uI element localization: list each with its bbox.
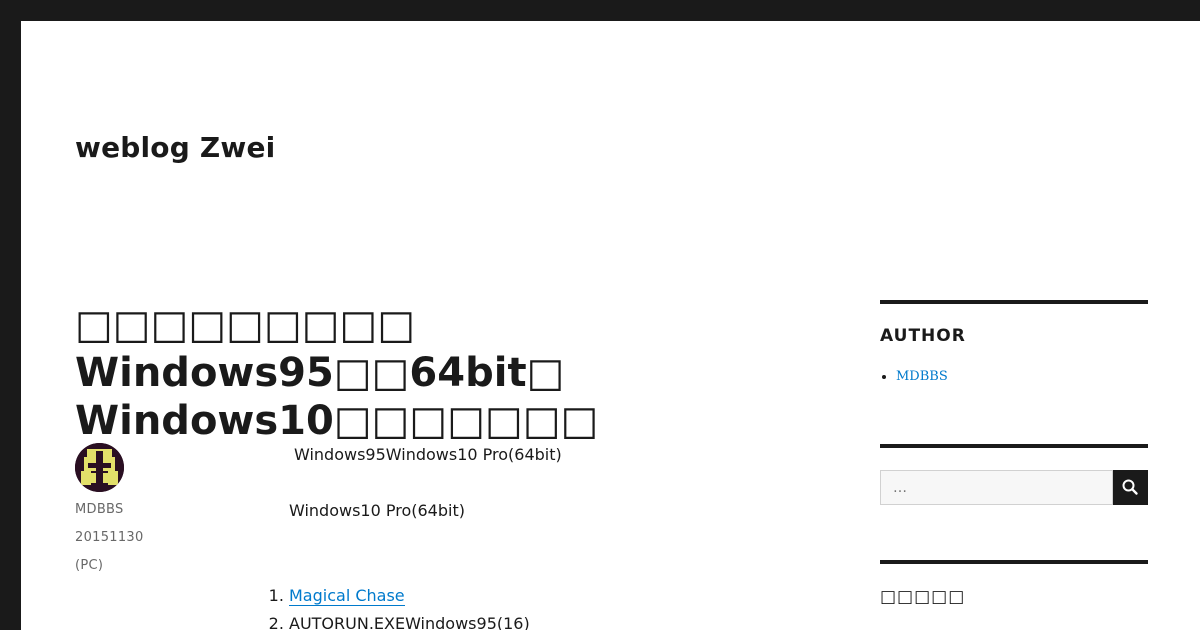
author-list: MDBBS (880, 369, 948, 384)
widget-title-third: □□□□□ (880, 587, 966, 607)
post-author[interactable]: MDBBS (75, 502, 124, 517)
widget-title-author: AUTHOR (880, 326, 966, 346)
page: weblog Zwei □□□□□□□□□ Windows95□□64bit□ … (21, 21, 1200, 630)
author-avatar[interactable] (75, 443, 124, 492)
search-input[interactable] (880, 470, 1113, 505)
author-link[interactable]: MDBBS (896, 369, 948, 384)
avatar-pixel-icon (75, 443, 124, 492)
content-list: Magical Chase AUTORUN.EXEWindows95(16) (261, 582, 530, 630)
list-item: Magical Chase (289, 582, 530, 610)
widget-divider (880, 560, 1148, 564)
site-title[interactable]: weblog Zwei (75, 131, 275, 164)
content-paragraph: Windows95Windows10 Pro(64bit) (294, 445, 562, 464)
search-icon (1122, 479, 1138, 495)
post-category[interactable]: (PC) (75, 558, 103, 573)
list-item: MDBBS (896, 369, 948, 384)
post-title: □□□□□□□□□ Windows95□□64bit□ Windows10□□□… (75, 302, 599, 444)
widget-divider (880, 444, 1148, 448)
magical-chase-link[interactable]: Magical Chase (289, 586, 405, 606)
widget-divider (880, 300, 1148, 304)
post-date[interactable]: 20151130 (75, 530, 144, 545)
content-paragraph: Windows10 Pro(64bit) (289, 501, 465, 520)
search-button[interactable] (1113, 470, 1148, 505)
list-item: AUTORUN.EXEWindows95(16) (289, 610, 530, 630)
